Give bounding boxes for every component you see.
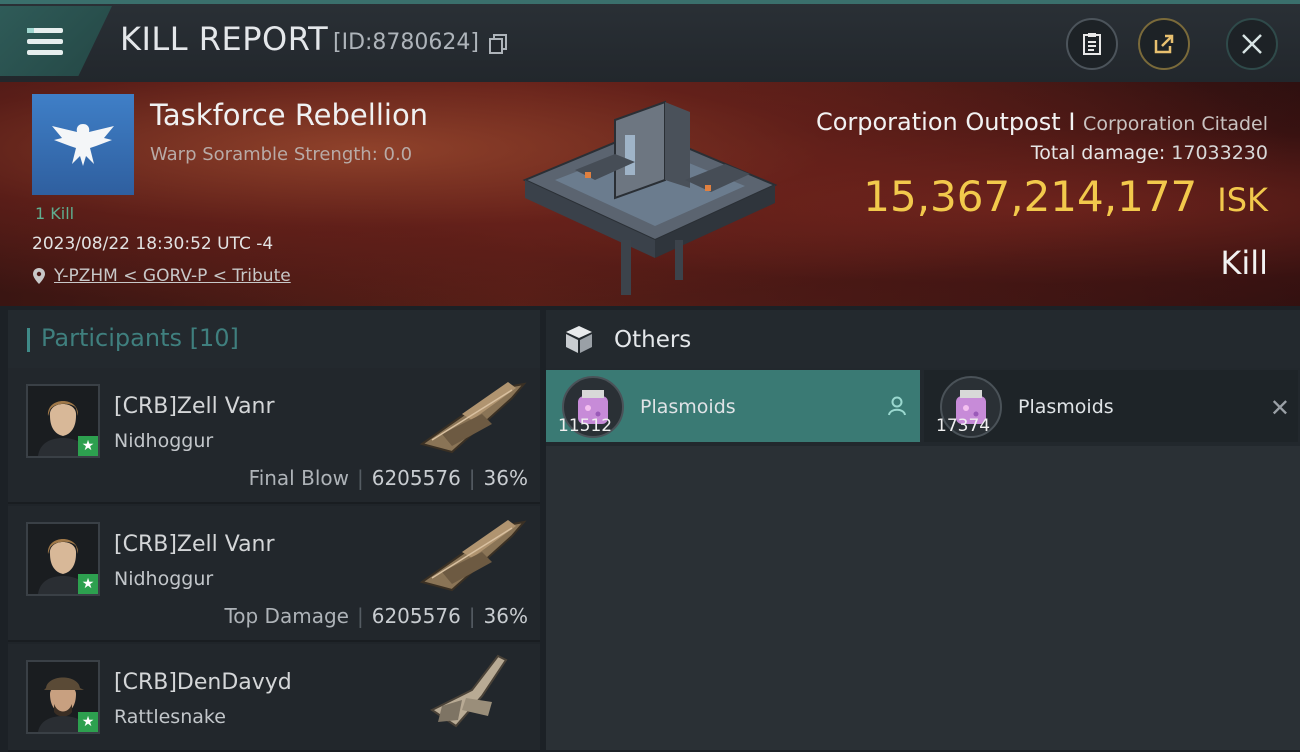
- isk-unit: ISK: [1217, 181, 1268, 219]
- participants-panel: Participants [10] ★ [CRB]Zell Vanr Nidho…: [8, 310, 540, 752]
- total-damage-label: Total damage:: [1030, 142, 1166, 164]
- participant-ship: Nidhoggur: [114, 430, 214, 452]
- participants-header: Participants [10]: [8, 310, 540, 368]
- isk-amount: 15,367,214,177: [863, 172, 1198, 221]
- location-pin-icon: [33, 268, 45, 284]
- target-name: Corporation Outpost I: [815, 108, 1076, 136]
- corporation-name: Taskforce Rebellion: [150, 98, 429, 132]
- menu-button[interactable]: [0, 6, 112, 76]
- warp-scramble-strength: Warp Soramble Strength: 0.0: [150, 144, 413, 165]
- participant-percent: 36%: [483, 466, 528, 490]
- avatar: ★: [26, 660, 100, 734]
- share-button[interactable]: [1138, 18, 1190, 70]
- participants-label: Participants [10]: [41, 324, 239, 352]
- others-empty-area: [546, 446, 1300, 750]
- loot-item[interactable]: 11512 Plasmoids: [546, 370, 920, 442]
- others-label: Others: [614, 327, 692, 353]
- item-quantity: 11512: [558, 416, 613, 436]
- star-icon: ★: [78, 574, 98, 594]
- participant-name: [CRB]Zell Vanr: [114, 532, 275, 557]
- participant-percent: 36%: [483, 604, 528, 628]
- kill-result: Kill: [1220, 244, 1268, 282]
- menu-icon-bar: [27, 50, 63, 55]
- participant-name: [CRB]DenDavyd: [114, 670, 292, 695]
- item-name: Plasmoids: [640, 396, 736, 418]
- clipboard-button[interactable]: [1066, 18, 1118, 70]
- corporation-logo: [32, 94, 134, 195]
- ship-image: [430, 654, 508, 728]
- share-icon: [1154, 34, 1174, 54]
- copy-icon[interactable]: [489, 34, 507, 54]
- loot-item[interactable]: 17374 Plasmoids ✕: [924, 370, 1298, 442]
- star-icon: ★: [78, 436, 98, 456]
- top-accent-line: [0, 0, 1300, 4]
- kill-datetime: 2023/08/22 18:30:52 UTC -4: [32, 234, 274, 254]
- total-damage-value: 17033230: [1171, 142, 1268, 164]
- ship-image: [419, 520, 527, 592]
- close-button[interactable]: [1226, 18, 1278, 70]
- others-panel: Others 11512 Plasmoids 17374 Plasmoids ✕: [546, 310, 1300, 750]
- participant-row[interactable]: ★ [CRB]DenDavyd Rattlesnake: [8, 644, 540, 752]
- others-header: Others: [546, 310, 1300, 368]
- participant-damage: 6205576: [371, 466, 461, 490]
- menu-icon-bar: [27, 39, 63, 44]
- ship-image: [419, 382, 527, 454]
- clipboard-icon: [1083, 33, 1101, 55]
- report-id: [ID:8780624]: [333, 30, 479, 55]
- participant-stats: Top Damage | 6205576 | 36%: [224, 604, 528, 628]
- item-quantity: 17374: [936, 416, 991, 436]
- participant-role: Top Damage: [224, 604, 349, 628]
- top-bar: KILL REPORT [ID:8780624]: [0, 0, 1300, 82]
- participant-stats: Final Blow | 6205576 | 36%: [248, 466, 528, 490]
- participant-role: Final Blow: [248, 466, 349, 490]
- star-icon: ★: [78, 712, 98, 732]
- participant-damage: 6205576: [371, 604, 461, 628]
- participant-ship: Nidhoggur: [114, 568, 214, 590]
- avatar: ★: [26, 522, 100, 596]
- page-title: KILL REPORT: [120, 20, 329, 58]
- cube-icon: [566, 326, 592, 353]
- avatar: ★: [26, 384, 100, 458]
- kill-summary: Taskforce Rebellion Warp Soramble Streng…: [0, 82, 1300, 306]
- kill-location[interactable]: Y-PZHM < GORV-P < Tribute: [32, 266, 291, 286]
- target-info: Corporation Outpost I Corporation Citade…: [816, 108, 1268, 136]
- participant-ship: Rattlesnake: [114, 706, 226, 728]
- close-icon: [1242, 34, 1262, 54]
- item-name: Plasmoids: [1018, 396, 1114, 418]
- participant-row[interactable]: ★ [CRB]Zell Vanr Nidhoggur Final Blow | 62…: [8, 368, 540, 504]
- isk-value: 15,367,214,177 ISK: [863, 172, 1268, 221]
- citadel-image: [522, 100, 778, 295]
- person-icon: [888, 396, 906, 416]
- total-damage: Total damage: 17033230: [1031, 142, 1268, 164]
- participant-name: [CRB]Zell Vanr: [114, 394, 275, 419]
- target-class: Corporation Citadel: [1083, 113, 1268, 135]
- destroyed-x-icon: ✕: [1269, 394, 1290, 422]
- location-link[interactable]: Y-PZHM < GORV-P < Tribute: [54, 266, 291, 286]
- kill-count: 1 Kill: [35, 204, 75, 223]
- header-marker: [27, 328, 30, 352]
- eagle-icon: [52, 124, 114, 166]
- participant-row[interactable]: ★ [CRB]Zell Vanr Nidhoggur Top Damage | 62…: [8, 506, 540, 642]
- menu-icon-dot: [27, 28, 34, 33]
